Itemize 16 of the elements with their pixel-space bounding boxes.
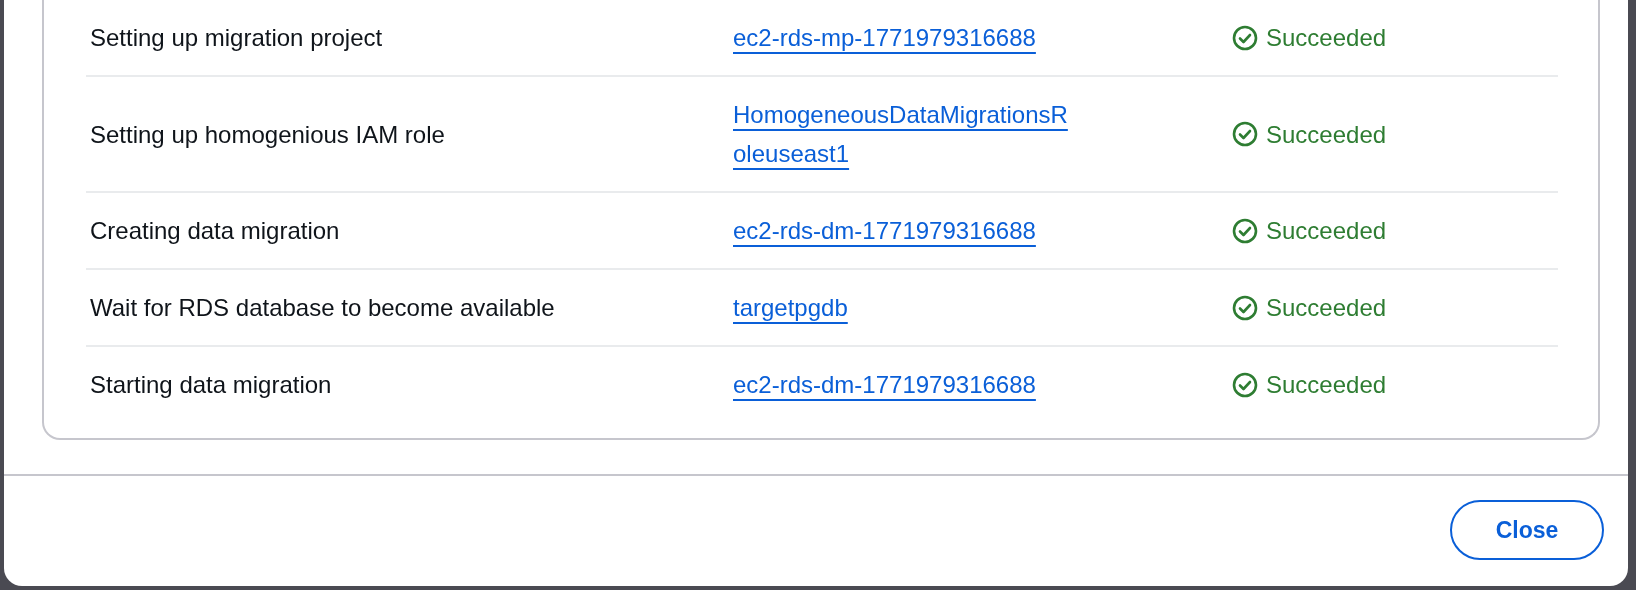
- task-name: Setting up migration project: [90, 23, 384, 53]
- status-text: Succeeded: [1266, 119, 1387, 150]
- task-name: Creating data migration: [90, 216, 341, 246]
- resource-link[interactable]: ec2-rds-mp-1771979316688: [733, 18, 1036, 57]
- status-text: Succeeded: [1266, 293, 1387, 323]
- resource-link[interactable]: HomogeneousDataMigrationsRoleuseast1: [733, 95, 1076, 173]
- close-button[interactable]: Close: [1450, 500, 1604, 560]
- task-name: Wait for RDS database to become available: [90, 293, 556, 323]
- resource-link[interactable]: ec2-rds-dm-1771979316688: [733, 365, 1036, 404]
- status-text: Succeeded: [1266, 216, 1387, 246]
- status-text: Succeeded: [1266, 23, 1387, 53]
- resource-link[interactable]: ec2-rds-dm-1771979316688: [733, 211, 1036, 250]
- status-text: Succeeded: [1266, 370, 1387, 400]
- task-name: Setting up homogenious IAM role: [90, 119, 446, 150]
- task-name: Starting data migration: [90, 370, 333, 400]
- resource-link[interactable]: targetpgdb: [733, 288, 848, 327]
